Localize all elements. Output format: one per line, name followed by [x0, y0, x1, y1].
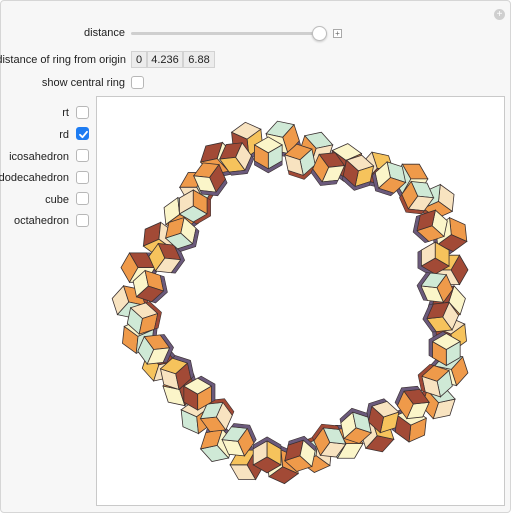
option-checkbox-icosahedron[interactable]: [76, 149, 89, 162]
option-label-icosahedron: icosahedron: [9, 151, 69, 163]
show-central-ring-label: show central ring: [41, 77, 125, 89]
polyhedron-block: [252, 436, 282, 474]
option-checkbox-dodecahedron[interactable]: [76, 171, 89, 184]
plot-area[interactable]: [96, 96, 505, 506]
option-label-rd: rd: [59, 129, 69, 141]
ring-distance-option-2[interactable]: 6.88: [183, 51, 215, 68]
ring-distance-option-0[interactable]: 0: [131, 51, 147, 68]
options-toggle-icon[interactable]: +: [494, 9, 505, 20]
slider-expand-icon[interactable]: +: [333, 29, 342, 38]
option-checkbox-rt[interactable]: [76, 106, 89, 119]
ring-distance-option-1[interactable]: 4.236: [147, 51, 183, 68]
option-label-rt: rt: [62, 107, 69, 119]
option-checkbox-cube[interactable]: [76, 192, 89, 205]
polyhedron-block: [253, 136, 283, 174]
option-label-octahedron: octahedron: [13, 215, 69, 227]
option-checkbox-rd[interactable]: [76, 127, 89, 140]
distance-slider-thumb[interactable]: [312, 26, 327, 41]
option-checkbox-octahedron[interactable]: [76, 214, 89, 227]
option-label-dodecahedron: dodecahedron: [0, 172, 69, 184]
distance-label: distance: [84, 27, 125, 39]
show-central-ring-checkbox[interactable]: [131, 76, 144, 89]
option-label-cube: cube: [45, 194, 69, 206]
ring-distance-label: distance of ring from origin: [0, 54, 126, 66]
polyhedra-ring-graphic[interactable]: [97, 97, 504, 505]
distance-slider-track[interactable]: [131, 32, 327, 35]
checkmark-icon: [79, 130, 88, 139]
manipulate-panel: + distance + distance of ring from origi…: [0, 0, 511, 513]
